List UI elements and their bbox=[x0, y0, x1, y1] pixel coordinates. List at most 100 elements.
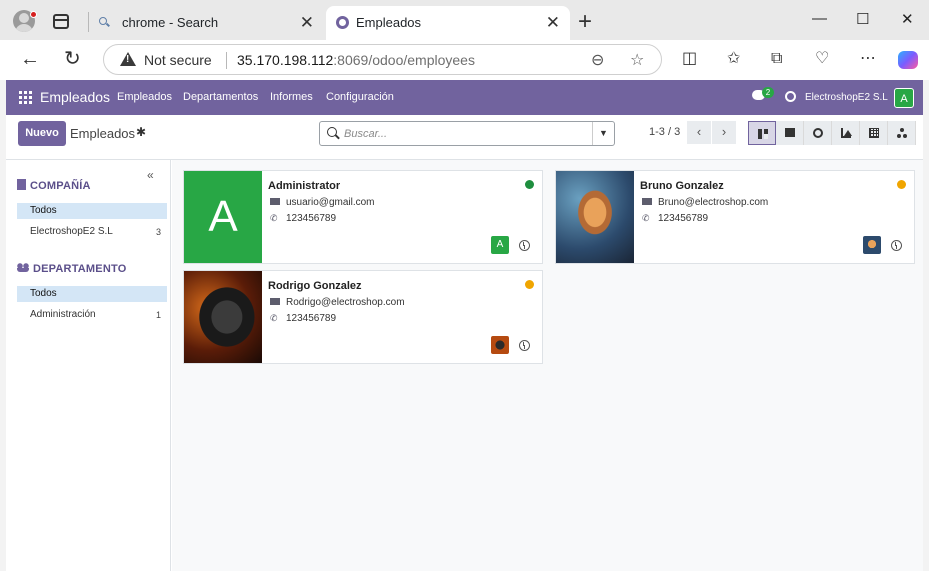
collapse-panel-icon[interactable]: « bbox=[147, 168, 154, 182]
phone-icon: ✆ bbox=[270, 313, 278, 323]
pivot-view-button[interactable] bbox=[860, 121, 888, 145]
favorites-icon[interactable]: ✩ bbox=[727, 50, 740, 68]
menu-empleados[interactable]: Empleados bbox=[117, 91, 172, 103]
building-icon bbox=[17, 179, 26, 190]
tab-separator bbox=[88, 12, 89, 32]
view-switcher bbox=[748, 121, 916, 145]
new-button[interactable]: Nuevo bbox=[18, 121, 66, 146]
employee-phone: 123456789 bbox=[286, 213, 337, 224]
security-label[interactable]: Not secure bbox=[144, 52, 212, 68]
collections-icon[interactable]: ⧉ bbox=[771, 50, 782, 68]
tab-actions-icon[interactable] bbox=[53, 14, 69, 29]
activity-clock-icon[interactable] bbox=[519, 240, 530, 251]
menu-departamentos[interactable]: Departamentos bbox=[183, 91, 258, 103]
activity-clock-icon[interactable] bbox=[519, 340, 530, 351]
menu-configuracion[interactable]: Configuración bbox=[326, 91, 394, 103]
split-screen-icon[interactable]: ◫ bbox=[682, 50, 697, 68]
employee-email-line: Bruno@electroshop.com bbox=[642, 197, 768, 208]
address-separator bbox=[226, 52, 227, 69]
list-view-button[interactable] bbox=[776, 121, 804, 145]
tab-title: Empleados bbox=[356, 15, 422, 30]
employee-phone-line: ✆ 123456789 bbox=[270, 313, 336, 324]
reload-icon[interactable]: ↻ bbox=[64, 48, 81, 70]
employee-card[interactable]: Bruno Gonzalez Bruno@electroshop.com ✆ 12… bbox=[555, 170, 915, 264]
pager-next-button[interactable]: › bbox=[712, 121, 736, 144]
employee-email: usuario@gmail.com bbox=[286, 197, 375, 208]
phone-icon: ✆ bbox=[270, 213, 278, 223]
close-window-icon[interactable]: ✕ bbox=[901, 10, 914, 28]
activity-clock-icon[interactable] bbox=[785, 91, 796, 102]
apps-menu-icon[interactable] bbox=[19, 91, 32, 104]
employee-phone-line: ✆ 123456789 bbox=[270, 213, 336, 224]
clock-icon bbox=[813, 128, 823, 138]
employee-email: Rodrigo@electroshop.com bbox=[286, 297, 405, 308]
pager-previous-button[interactable]: ‹ bbox=[687, 121, 711, 144]
tab-title: chrome - Search bbox=[122, 15, 219, 30]
activity-clock-icon[interactable] bbox=[891, 240, 902, 251]
employee-card[interactable]: Rodrigo Gonzalez Rodrigo@electroshop.com… bbox=[183, 270, 543, 364]
user-avatar[interactable] bbox=[863, 236, 881, 254]
warning-icon[interactable] bbox=[120, 52, 136, 66]
user-avatar[interactable]: A bbox=[491, 236, 509, 254]
employee-email-line: Rodrigo@electroshop.com bbox=[270, 297, 405, 308]
filter-count: 3 bbox=[155, 227, 161, 237]
envelope-icon bbox=[642, 198, 652, 205]
kanban-view: A Administrator usuario@gmail.com ✆ 12345… bbox=[172, 160, 923, 571]
employee-card[interactable]: A Administrator usuario@gmail.com ✆ 12345… bbox=[183, 170, 543, 264]
close-tab-icon[interactable]: ✕ bbox=[300, 6, 314, 40]
activity-view-button[interactable] bbox=[804, 121, 832, 145]
presence-status-icon bbox=[525, 280, 534, 289]
employee-phone: 123456789 bbox=[286, 313, 337, 324]
more-menu-icon[interactable]: ⋯ bbox=[860, 50, 876, 68]
search-box[interactable]: ▼ bbox=[319, 121, 615, 146]
filter-company-all[interactable]: Todos bbox=[17, 203, 167, 219]
zoom-icon[interactable]: ⊖ bbox=[591, 50, 604, 70]
list-icon bbox=[785, 128, 795, 137]
envelope-icon bbox=[270, 298, 280, 305]
new-tab-button[interactable]: + bbox=[578, 8, 592, 36]
minimize-icon[interactable]: — bbox=[812, 10, 827, 27]
search-favicon-icon bbox=[99, 17, 107, 25]
address-bar[interactable]: Not secure 35.170.198.112:8069/odoo/empl… bbox=[103, 44, 662, 75]
kanban-icon bbox=[758, 129, 768, 139]
back-arrow-icon[interactable]: ← bbox=[20, 48, 40, 70]
filter-department-all[interactable]: Todos bbox=[17, 286, 167, 302]
envelope-icon bbox=[270, 198, 280, 205]
filter-company-electroshop[interactable]: ElectroshopE2 S.L 3 bbox=[17, 224, 167, 240]
presence-status-icon bbox=[897, 180, 906, 189]
favorite-star-icon[interactable]: ☆ bbox=[630, 50, 644, 70]
filter-count: 1 bbox=[155, 310, 161, 320]
kanban-view-button[interactable] bbox=[748, 121, 776, 145]
area-chart-icon bbox=[841, 128, 852, 138]
user-avatar[interactable]: A bbox=[894, 88, 914, 108]
filter-department-administracion[interactable]: Administración 1 bbox=[17, 307, 167, 323]
employee-name: Bruno Gonzalez bbox=[640, 180, 724, 192]
employee-phone: 123456789 bbox=[658, 213, 709, 224]
hierarchy-view-button[interactable] bbox=[888, 121, 916, 145]
search-input[interactable] bbox=[344, 126, 584, 142]
table-icon bbox=[869, 128, 879, 138]
main-navbar: Empleados Empleados Departamentos Inform… bbox=[6, 80, 923, 115]
gear-icon[interactable]: ✱ bbox=[136, 125, 146, 139]
menu-informes[interactable]: Informes bbox=[270, 91, 313, 103]
employee-photo bbox=[184, 271, 262, 363]
search-panel-toggle[interactable]: ▼ bbox=[592, 122, 614, 145]
url-text[interactable]: 35.170.198.112:8069/odoo/employees bbox=[237, 52, 475, 68]
employee-name: Administrator bbox=[268, 180, 341, 192]
maximize-icon[interactable]: ☐ bbox=[856, 10, 869, 28]
pager-value[interactable]: 1-3 / 3 bbox=[649, 126, 680, 138]
employee-photo bbox=[556, 171, 634, 263]
copilot-icon[interactable] bbox=[898, 51, 918, 69]
employee-name: Rodrigo Gonzalez bbox=[268, 280, 362, 292]
browser-essentials-icon[interactable]: ♡ bbox=[815, 50, 829, 68]
app-name[interactable]: Empleados bbox=[40, 89, 110, 105]
company-switcher[interactable]: ElectroshopE2 S.L bbox=[805, 92, 888, 103]
breadcrumb: Empleados bbox=[70, 126, 136, 141]
tab-chrome-search[interactable]: chrome - Search ✕ bbox=[92, 6, 324, 40]
graph-view-button[interactable] bbox=[832, 121, 860, 145]
close-tab-icon[interactable]: ✕ bbox=[546, 6, 560, 40]
presence-status-icon bbox=[525, 180, 534, 189]
tab-empleados[interactable]: Empleados ✕ bbox=[326, 6, 570, 40]
user-avatar[interactable] bbox=[491, 336, 509, 354]
notification-dot-icon bbox=[30, 11, 37, 18]
